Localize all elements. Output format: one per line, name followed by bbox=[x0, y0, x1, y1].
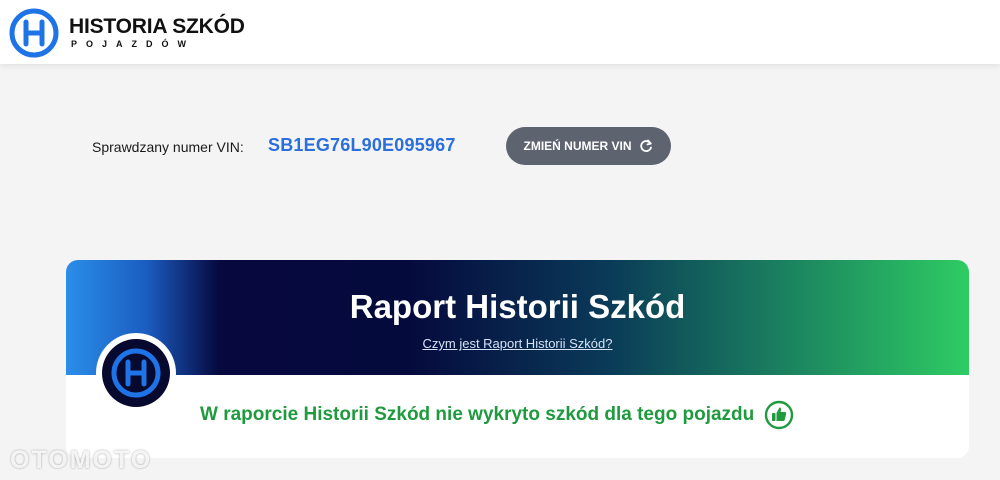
vin-row: Sprawdzany numer VIN: SB1EG76L90E095967 … bbox=[92, 126, 712, 166]
vin-value: SB1EG76L90E095967 bbox=[268, 135, 456, 155]
report-info-link[interactable]: Czym jest Raport Historii Szkód? bbox=[66, 336, 969, 351]
report-result: W raporcie Historii Szkód nie wykryto sz… bbox=[200, 400, 794, 430]
thumbs-up-icon bbox=[765, 400, 794, 430]
watermark: OTOMOTO bbox=[10, 446, 153, 474]
vin-label: Sprawdzany numer VIN: bbox=[92, 139, 244, 155]
change-vin-button[interactable]: ZMIEŃ NUMER VIN bbox=[506, 127, 671, 165]
report-badge bbox=[96, 333, 176, 413]
refresh-icon bbox=[639, 139, 652, 152]
logo-title: HISTORIA SZKÓD bbox=[69, 15, 245, 38]
report-title: Raport Historii Szkód bbox=[349, 288, 686, 325]
report-result-text: W raporcie Historii Szkód nie wykryto sz… bbox=[200, 404, 755, 425]
change-vin-button-label: ZMIEŃ NUMER VIN bbox=[523, 139, 632, 153]
hs-logo-icon bbox=[9, 8, 59, 58]
report-header: Raport Historii Szkód Czym jest Raport H… bbox=[66, 260, 969, 375]
report-card: Raport Historii Szkód Czym jest Raport H… bbox=[66, 260, 969, 458]
top-bar: HISTORIA SZKÓD POJAZDÓW bbox=[0, 0, 1000, 64]
hs-logo-icon bbox=[102, 339, 170, 407]
site-logo[interactable]: HISTORIA SZKÓD POJAZDÓW bbox=[9, 8, 245, 58]
logo-subtitle: POJAZDÓW bbox=[71, 39, 196, 49]
